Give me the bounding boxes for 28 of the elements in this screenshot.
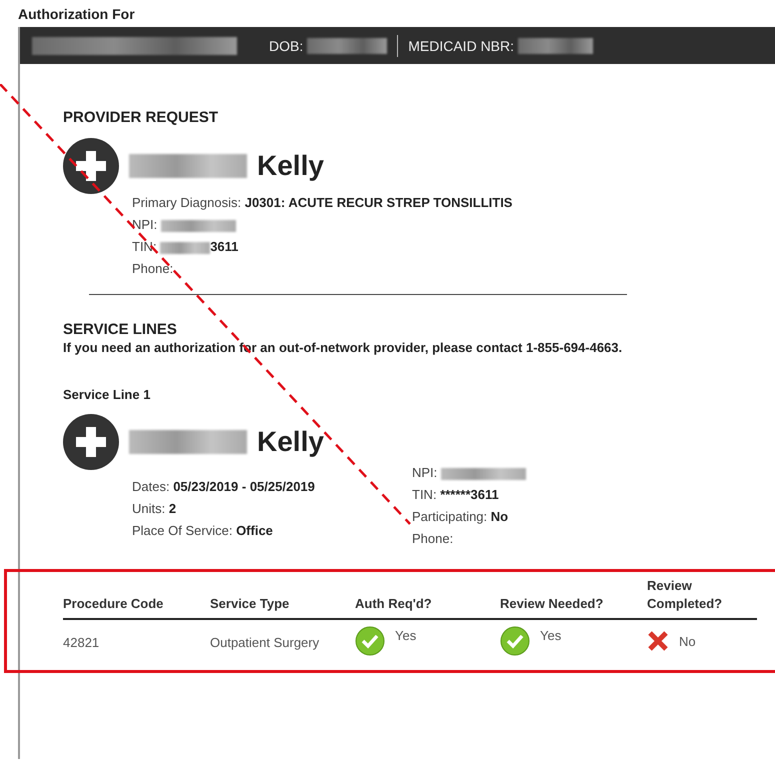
detail-text: Units: 2 [132, 500, 178, 518]
field-label: DOB: [269, 38, 304, 54]
detail-text: Dates: 05/23/2019 - 05/25/2019 [132, 478, 316, 496]
detail-text: NPI: [132, 214, 775, 236]
section-heading: PROVIDER REQUEST [63, 109, 220, 126]
column-header: Review Needed? [500, 595, 604, 613]
section-heading: SERVICE LINES [63, 321, 178, 338]
detail-text: NPI: [412, 462, 526, 484]
column-header: Procedure Code [63, 595, 164, 613]
detail-text: Phone: [412, 530, 454, 548]
detail-text: Primary Diagnosis: J0301: ACUTE RECUR STREP TONSILLITIS [132, 194, 514, 212]
service-line-title: Service Line 1 [63, 387, 152, 402]
table-cell: Outpatient Surgery [210, 635, 320, 650]
table-cell: 42821 [63, 635, 100, 650]
detail-text: Phone: [132, 260, 174, 278]
page-title: Authorization For [17, 5, 136, 24]
status-text: No [679, 634, 696, 649]
field-label: MEDICAID NBR: [408, 38, 514, 54]
provider-name: Kelly [257, 150, 324, 182]
column-header: Service Type [210, 595, 290, 613]
detail-text: TIN: ******3611 [412, 486, 500, 504]
status-text: Yes [540, 628, 562, 643]
provider-name: Kelly [257, 426, 324, 458]
column-header: Auth Req'd? [355, 595, 432, 613]
detail-text: Place Of Service: Office [132, 522, 274, 540]
detail-text: Participating: No [412, 508, 510, 526]
column-header: Review Completed? [647, 577, 724, 613]
status-text: Yes [395, 628, 416, 643]
